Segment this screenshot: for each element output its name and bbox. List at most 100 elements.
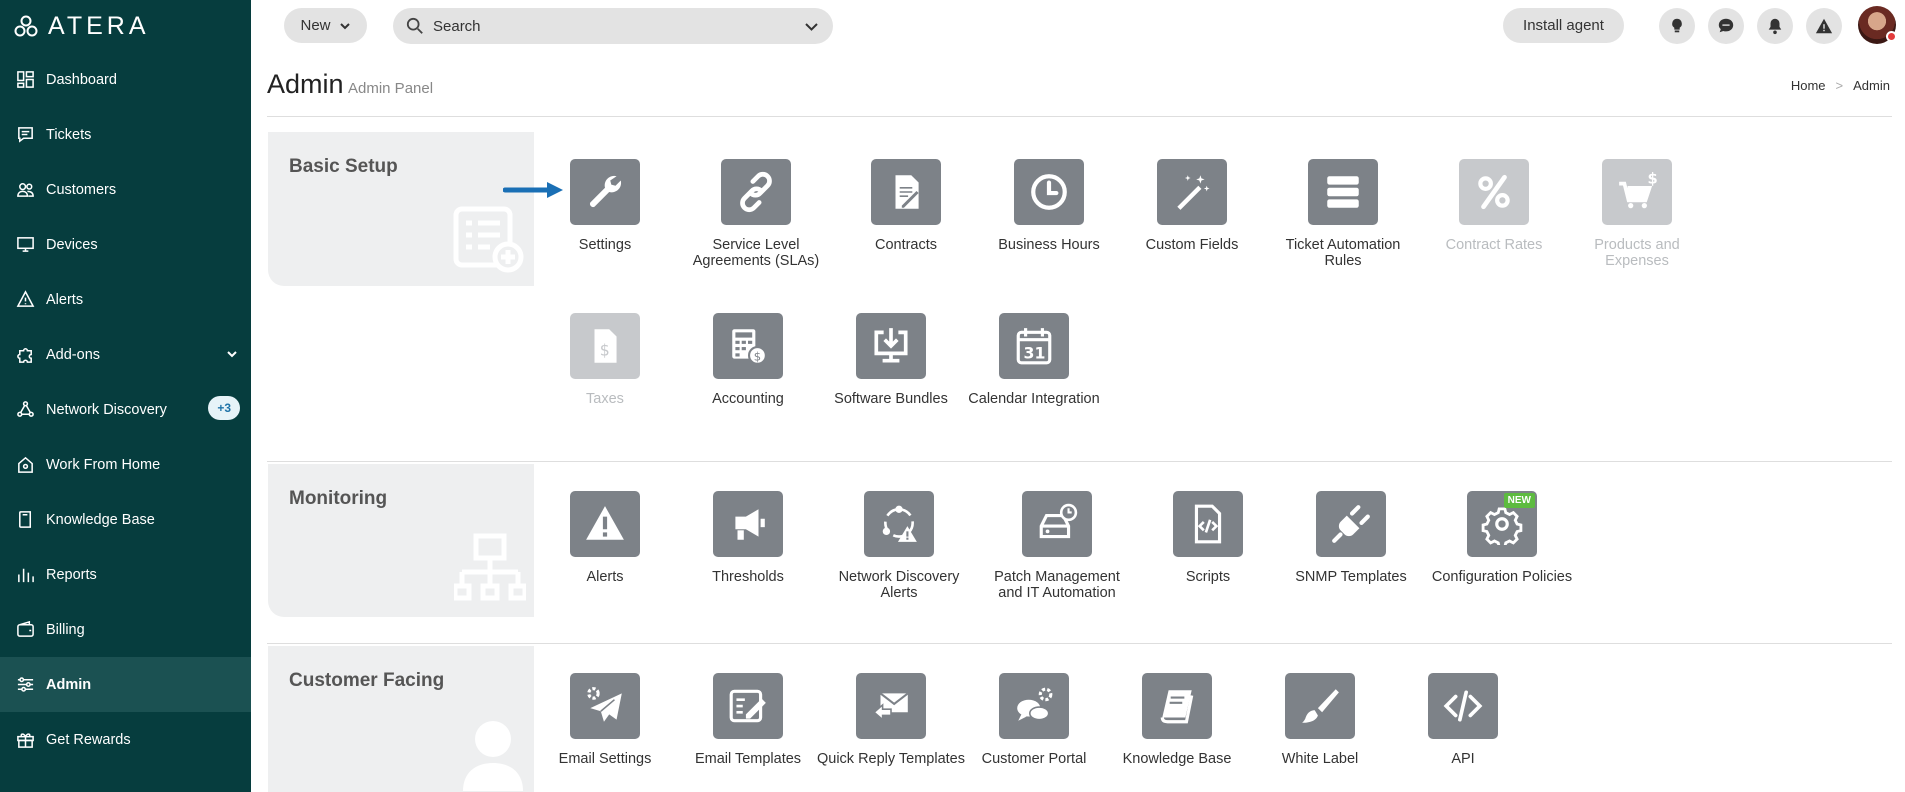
sidebar-item-network-discovery[interactable]: Network Discovery +3 [0, 382, 251, 437]
tile-patch-management[interactable]: Patch Management and IT Automation [982, 491, 1132, 601]
tile-api[interactable]: API [1388, 673, 1538, 767]
sidebar-item-label: Devices [46, 236, 98, 253]
tile-business-hours[interactable]: Business Hours [974, 159, 1124, 253]
tile-label: Software Bundles [834, 391, 948, 407]
sidebar-item-label: Network Discovery [46, 401, 167, 418]
sidebar-item-label: Get Rewards [46, 731, 131, 748]
wrench-icon [570, 159, 640, 225]
reports-icon [14, 564, 36, 586]
tile-network-discovery-alerts[interactable]: Network Discovery Alerts [824, 491, 974, 601]
home-icon [14, 454, 36, 476]
download-monitor-icon [856, 313, 926, 379]
sidebar-item-reports[interactable]: Reports [0, 547, 251, 602]
dashboard-icon [14, 69, 36, 91]
tile-products-expenses[interactable]: $ Products and Expenses [1562, 159, 1712, 269]
sidebar-item-label: Billing [46, 621, 85, 638]
sidebar-item-tickets[interactable]: Tickets [0, 107, 251, 162]
tile-monitoring-alerts[interactable]: Alerts [530, 491, 680, 585]
tile-white-label[interactable]: White Label [1245, 673, 1395, 767]
section-title: Basic Setup [289, 156, 398, 177]
chevron-down-icon[interactable] [804, 19, 819, 34]
tile-label: Thresholds [712, 569, 784, 585]
server-icon [1308, 159, 1378, 225]
basic-setup-panel: Basic Setup [268, 132, 534, 286]
tile-email-settings[interactable]: Email Settings [530, 673, 680, 767]
sidebar: ATERA Dashboard Tickets Customers Device… [0, 0, 251, 792]
tile-contract-rates[interactable]: Contract Rates [1419, 159, 1569, 253]
monitoring-panel: Monitoring [268, 464, 534, 617]
sidebar-item-addons[interactable]: Add-ons [0, 327, 251, 382]
sidebar-item-billing[interactable]: Billing [0, 602, 251, 657]
install-agent-button[interactable]: Install agent [1503, 8, 1624, 43]
tile-customer-portal[interactable]: Customer Portal [959, 673, 1109, 767]
tile-label: Accounting [712, 391, 784, 407]
atera-logo[interactable]: ATERA [0, 0, 251, 52]
tile-label: Scripts [1185, 569, 1231, 585]
chevron-down-icon[interactable] [225, 347, 239, 361]
tile-accounting[interactable]: $ Accounting [673, 313, 823, 407]
tile-snmp-templates[interactable]: SNMP Templates [1276, 491, 1426, 585]
sidebar-item-work-from-home[interactable]: Work From Home [0, 437, 251, 492]
tile-software-bundles[interactable]: Software Bundles [816, 313, 966, 407]
network-icon [14, 399, 36, 421]
section-title: Customer Facing [289, 670, 445, 691]
tile-taxes[interactable]: $ Taxes [530, 313, 680, 407]
tile-label: Network Discovery Alerts [838, 569, 960, 601]
sidebar-item-label: Tickets [46, 126, 92, 143]
tile-label: Products and Expenses [1594, 237, 1680, 269]
sidebar-item-knowledge-base[interactable]: Knowledge Base [0, 492, 251, 547]
calculator-icon: $ [713, 313, 783, 379]
breadcrumb: Home > Admin [1791, 78, 1890, 93]
svg-text:$: $ [1648, 171, 1658, 188]
tile-contracts[interactable]: Contracts [831, 159, 981, 253]
breadcrumb-home[interactable]: Home [1791, 78, 1826, 93]
code-icon [1428, 673, 1498, 739]
avatar[interactable] [1858, 6, 1897, 44]
tile-email-templates[interactable]: Email Templates [673, 673, 823, 767]
plug-icon [1316, 491, 1386, 557]
new-button-label: New [300, 17, 331, 34]
tile-label: White Label [1281, 751, 1359, 767]
sidebar-item-customers[interactable]: Customers [0, 162, 251, 217]
tile-label: API [1451, 751, 1475, 767]
tile-calendar-integration[interactable]: 31 Calendar Integration [959, 313, 1109, 407]
link-icon [721, 159, 791, 225]
page-subtitle: Admin Panel [348, 80, 434, 97]
tile-thresholds[interactable]: Thresholds [673, 491, 823, 585]
svg-text:$: $ [600, 340, 610, 359]
count-badge: +3 [208, 396, 240, 420]
tile-slas[interactable]: Service Level Agreements (SLAs) [681, 159, 831, 269]
sidebar-item-devices[interactable]: Devices [0, 217, 251, 272]
sidebar-item-alerts[interactable]: Alerts [0, 272, 251, 327]
person-icon [460, 715, 526, 792]
tile-quick-reply-templates[interactable]: Quick Reply Templates [816, 673, 966, 767]
tile-scripts[interactable]: Scripts [1133, 491, 1283, 585]
search-bar[interactable] [393, 8, 833, 44]
tile-settings[interactable]: Settings [530, 159, 680, 253]
devices-icon [14, 234, 36, 256]
tile-label: Taxes [586, 391, 624, 407]
gift-icon [14, 729, 36, 751]
tile-label: Patch Management and IT Automation [994, 569, 1120, 601]
tile-label: Email Settings [558, 751, 652, 767]
breadcrumb-admin: Admin [1853, 78, 1890, 93]
sidebar-item-dashboard[interactable]: Dashboard [0, 52, 251, 107]
sidebar-item-label: Admin [46, 676, 92, 693]
sidebar-item-admin[interactable]: Admin [0, 657, 251, 712]
sidebar-item-get-rewards[interactable]: Get Rewards [0, 712, 251, 767]
tile-label: Quick Reply Templates [816, 751, 966, 767]
tile-configuration-policies[interactable]: NEW Configuration Policies [1427, 491, 1577, 585]
new-badge: NEW [1503, 493, 1535, 508]
new-button[interactable]: New [284, 8, 367, 43]
chat-icon[interactable] [1708, 8, 1744, 44]
tile-knowledge-base[interactable]: Knowledge Base [1102, 673, 1252, 767]
bell-icon[interactable] [1757, 8, 1793, 44]
warning-icon[interactable] [1806, 8, 1842, 44]
section-title: Monitoring [289, 488, 388, 509]
network-diagram-icon [452, 532, 528, 609]
lightbulb-icon[interactable] [1659, 8, 1695, 44]
search-input[interactable] [433, 17, 793, 35]
tile-ticket-automation-rules[interactable]: Ticket Automation Rules [1268, 159, 1418, 269]
tile-label: Contracts [874, 237, 938, 253]
tile-custom-fields[interactable]: Custom Fields [1117, 159, 1267, 253]
